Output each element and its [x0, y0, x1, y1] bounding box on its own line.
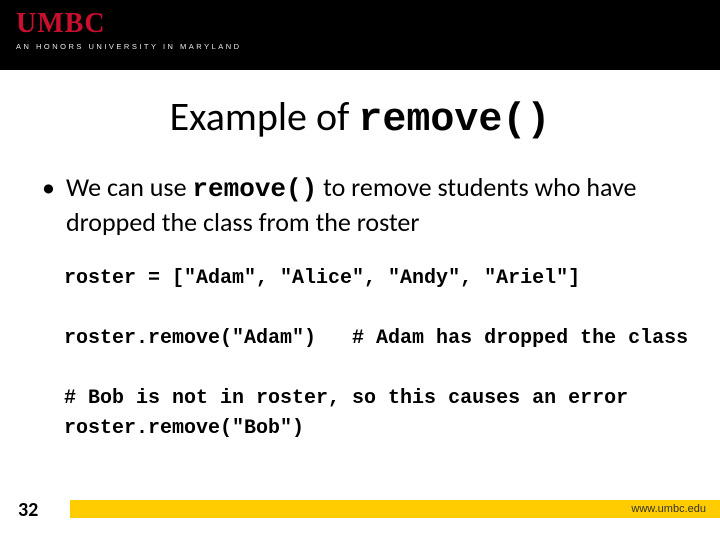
slide-title: Example of remove() [0, 92, 720, 143]
code-line-4: roster.remove("Bob") [64, 417, 304, 440]
code-line-1: roster = ["Adam", "Alice", "Andy", "Arie… [64, 267, 580, 290]
slide-body: • We can use remove() to remove students… [0, 143, 720, 444]
bullet-code: remove() [192, 174, 317, 204]
title-prefix: Example of [170, 92, 359, 141]
bullet-part1: We can use [66, 171, 192, 203]
logo-text: UMBC [16, 8, 242, 40]
code-block: roster = ["Adam", "Alice", "Andy", "Arie… [64, 264, 678, 444]
footer-bar: www.umbc.edu [70, 500, 720, 518]
bullet-dot: • [42, 171, 66, 238]
title-code: remove() [358, 98, 550, 143]
footer-url: www.umbc.edu [631, 503, 706, 515]
logo: UMBC AN HONORS UNIVERSITY IN MARYLAND [16, 8, 242, 51]
header-bar: UMBC AN HONORS UNIVERSITY IN MARYLAND [0, 0, 720, 70]
code-line-3: # Bob is not in roster, so this causes a… [64, 387, 628, 410]
logo-tagline: AN HONORS UNIVERSITY IN MARYLAND [16, 42, 242, 51]
slide: UMBC AN HONORS UNIVERSITY IN MARYLAND Ex… [0, 0, 720, 540]
slide-number: 32 [18, 498, 38, 522]
bullet-text: We can use remove() to remove students w… [66, 171, 678, 238]
bullet-item: • We can use remove() to remove students… [42, 171, 678, 238]
code-line-2: roster.remove("Adam") # Adam has dropped… [64, 327, 688, 350]
